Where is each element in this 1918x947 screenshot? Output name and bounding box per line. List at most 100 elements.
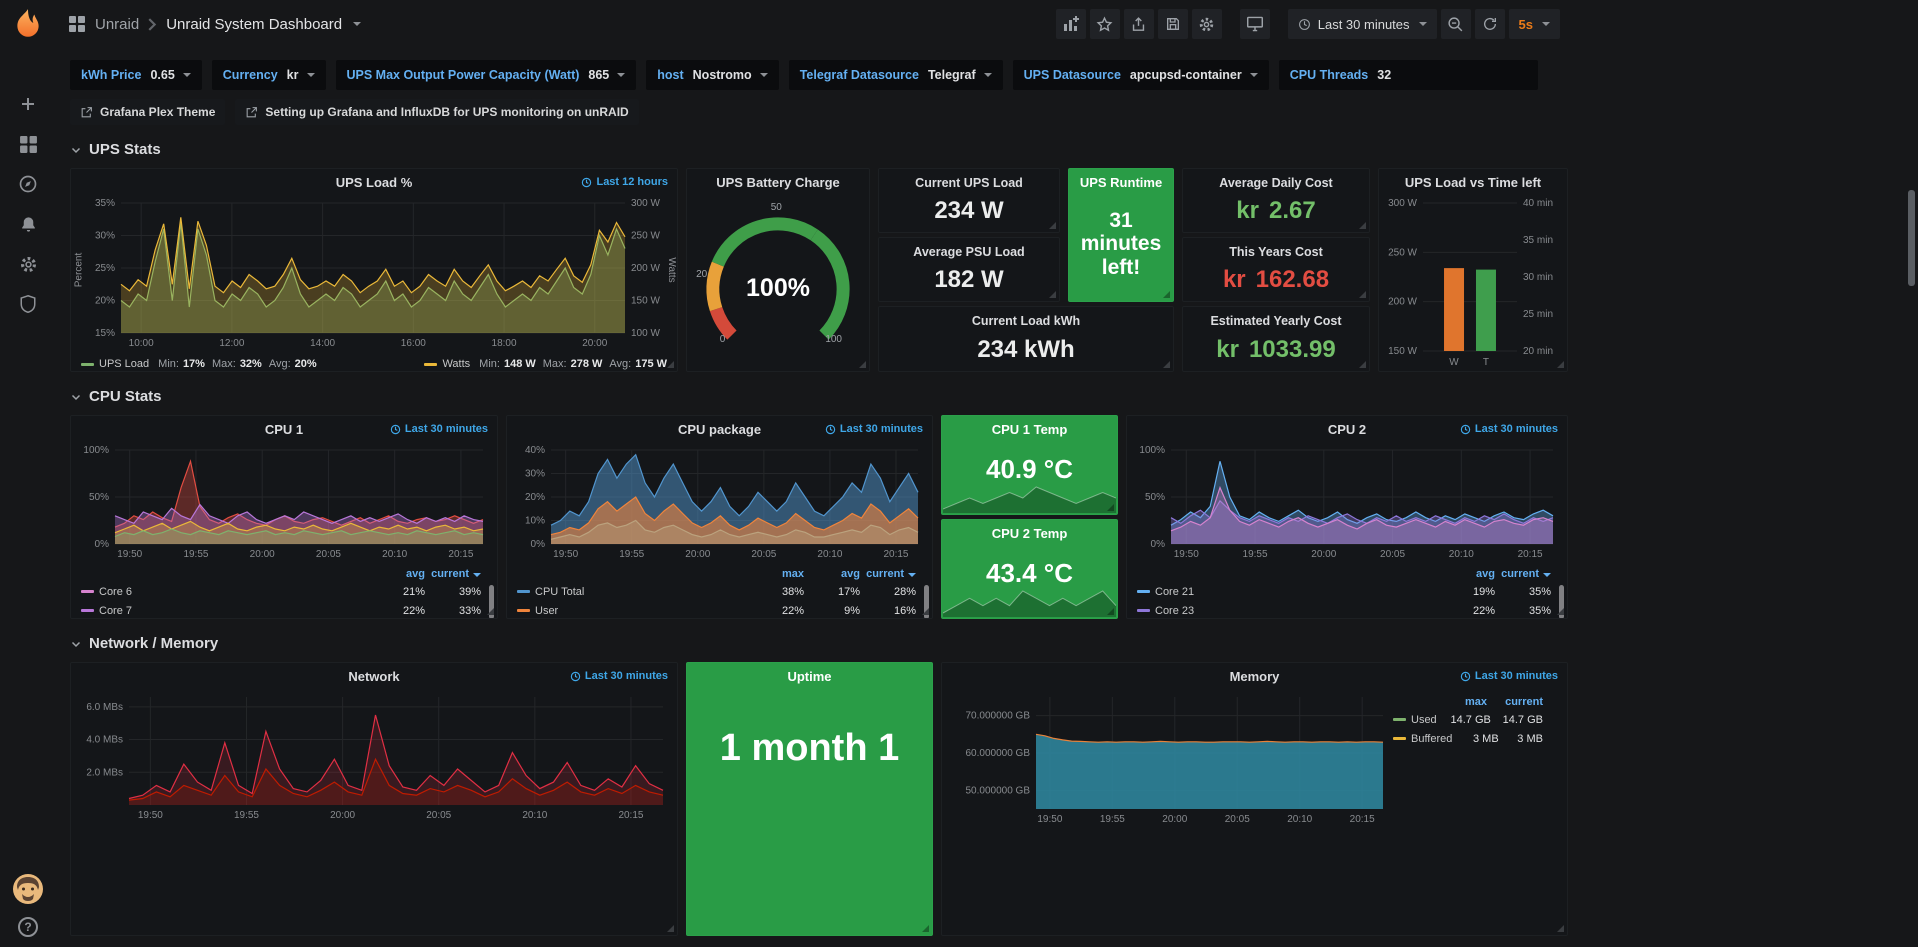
panel-cpu-2[interactable]: CPU 2 Last 30 minutes 100%50%0%19:5019:5… [1126, 415, 1568, 619]
panel-time-badge[interactable]: Last 30 minutes [1460, 670, 1558, 682]
grafana-logo-icon[interactable] [0, 0, 56, 48]
add-panel-button[interactable] [1056, 9, 1086, 39]
panel-title[interactable]: This Years Cost [1183, 241, 1369, 263]
sidebar-configuration-button[interactable] [0, 244, 56, 284]
sidebar-explore-button[interactable] [0, 164, 56, 204]
section-network-memory[interactable]: Network / Memory [70, 635, 1568, 652]
variable-kwh-price[interactable]: kWh Price 0.65 [70, 60, 202, 90]
link-ups-monitoring-guide[interactable]: Setting up Grafana and InfluxDB for UPS … [235, 99, 638, 125]
network-chart[interactable]: 6.0 MBs4.0 MBs2.0 MBs19:5019:5520:0020:0… [71, 689, 677, 935]
panel-average-daily-cost[interactable]: Average Daily Cost kr2.67 [1182, 168, 1370, 233]
legend-row[interactable]: Core 2322%35% [1137, 601, 1551, 619]
panel-title[interactable]: Average Daily Cost [1183, 172, 1369, 194]
window-scrollbar[interactable] [1908, 190, 1915, 286]
star-button[interactable] [1090, 9, 1120, 39]
legend-column-header[interactable]: avg [369, 568, 425, 580]
variable-host[interactable]: host Nostromo [646, 60, 778, 90]
legend-column-header[interactable]: avg [804, 568, 860, 580]
panel-uptime[interactable]: Uptime 1 month 1 [686, 662, 933, 936]
legend-series-name[interactable]: CPU Total [535, 586, 584, 598]
legend-column-header[interactable]: max [1431, 696, 1487, 708]
legend-scrollbar[interactable] [489, 585, 494, 619]
panel-this-years-cost[interactable]: This Years Cost kr162.68 [1182, 237, 1370, 302]
panel-average-psu-load[interactable]: Average PSU Load 182 W [878, 237, 1060, 302]
variable-currency[interactable]: Currency kr [212, 60, 326, 90]
legend-column-header[interactable]: max [748, 568, 804, 580]
panel-cpu-package[interactable]: CPU package Last 30 minutes 40%30%20%10%… [506, 415, 933, 619]
legend-row[interactable]: CPU Total38%17%28% [517, 582, 916, 601]
panel-title[interactable]: Estimated Yearly Cost [1183, 310, 1369, 332]
variable-value[interactable]: Nostromo [693, 68, 768, 82]
sidebar-dashboards-button[interactable] [0, 124, 56, 164]
ups-load-vs-time-chart[interactable]: 300 W250 W200 W150 W40 min35 min30 min25… [1379, 195, 1567, 371]
cpu2-chart[interactable]: 100%50%0%19:5019:5520:0020:0520:1020:15a… [1127, 442, 1567, 618]
user-avatar[interactable] [13, 874, 43, 907]
panel-cpu1-temp[interactable]: CPU 1 Temp 40.9 °C [941, 415, 1118, 515]
panel-cpu2-temp[interactable]: CPU 2 Temp 43.4 °C [941, 519, 1118, 619]
panel-title[interactable]: CPU 2 Temp [942, 520, 1117, 546]
legend-series-name[interactable]: Core 23 [1155, 605, 1194, 617]
refresh-interval-picker[interactable]: 5s [1509, 9, 1560, 39]
legend-scrollbar[interactable] [924, 585, 929, 619]
variable-ups-datasource[interactable]: UPS Datasource apcupsd-container [1013, 60, 1269, 90]
panel-title[interactable]: UPS Load vs Time left [1379, 169, 1567, 195]
legend-row[interactable]: User22%9%16% [517, 601, 916, 619]
zoom-out-button[interactable] [1441, 9, 1471, 39]
legend-column-header[interactable]: current [860, 568, 916, 580]
cpu-threads-input[interactable]: 32 [1377, 68, 1527, 82]
refresh-button[interactable] [1475, 9, 1505, 39]
panel-title[interactable]: UPS Runtime [1069, 169, 1173, 195]
panel-time-badge[interactable]: Last 12 hours [581, 176, 668, 188]
time-range-picker[interactable]: Last 30 minutes [1288, 9, 1437, 39]
sidebar-admin-button[interactable] [0, 284, 56, 324]
cycle-view-button[interactable] [1240, 9, 1270, 39]
cpu-package-chart[interactable]: 40%30%20%10%0%19:5019:5520:0020:0520:102… [507, 442, 932, 618]
help-button[interactable] [18, 917, 38, 937]
legend-column-header[interactable]: current [1487, 696, 1543, 708]
panel-current-load-kwh[interactable]: Current Load kWh 234 kWh [878, 306, 1174, 372]
panel-estimated-yearly-cost[interactable]: Estimated Yearly Cost kr1033.99 [1182, 306, 1370, 372]
variable-ups-max-output[interactable]: UPS Max Output Power Capacity (Watt) 865 [336, 60, 637, 90]
legend-series-name[interactable]: Core 6 [99, 586, 132, 598]
legend-series-name[interactable]: Buffered [1411, 733, 1452, 745]
legend-row[interactable]: Used14.7 GB14.7 GB [1393, 710, 1543, 729]
sidebar-create-button[interactable] [0, 84, 56, 124]
panel-ups-runtime[interactable]: UPS Runtime 31 minutes left! [1068, 168, 1174, 302]
legend-series-name[interactable]: User [535, 605, 558, 617]
panel-time-badge[interactable]: Last 30 minutes [570, 670, 668, 682]
legend-row[interactable]: Core 621%39% [81, 582, 481, 601]
variable-telegraf-datasource[interactable]: Telegraf Datasource Telegraf [789, 60, 1003, 90]
share-button[interactable] [1124, 9, 1154, 39]
panel-ups-load-percent[interactable]: UPS Load % Last 12 hours Percent Watts 3… [70, 168, 678, 372]
panel-title[interactable]: Average PSU Load [879, 241, 1059, 263]
legend-series-name[interactable]: Core 7 [99, 605, 132, 617]
variable-value[interactable]: apcupsd-container [1130, 68, 1258, 82]
panel-title[interactable]: Current Load kWh [879, 310, 1173, 332]
panel-ups-battery-charge[interactable]: UPS Battery Charge 0 20 50 100 100% [686, 168, 870, 372]
section-ups-stats[interactable]: UPS Stats [70, 141, 1568, 158]
dashboard-settings-button[interactable] [1192, 9, 1222, 39]
panel-title[interactable]: Current UPS Load [879, 172, 1059, 194]
breadcrumb-folder[interactable]: Unraid [95, 16, 139, 33]
legend-column-header[interactable]: current [1495, 568, 1551, 580]
panel-title[interactable]: Uptime [687, 663, 932, 689]
panel-time-badge[interactable]: Last 30 minutes [825, 423, 923, 435]
panel-current-ups-load[interactable]: Current UPS Load 234 W [878, 168, 1060, 233]
panel-time-badge[interactable]: Last 30 minutes [390, 423, 488, 435]
ups-load-chart[interactable]: 35%30%25%20%15%300 W250 W200 W150 W100 W… [71, 195, 677, 371]
variable-value[interactable]: kr [287, 68, 315, 82]
legend-row[interactable]: Core 2119%35% [1137, 582, 1551, 601]
panel-network[interactable]: Network Last 30 minutes 6.0 MBs4.0 MBs2.… [70, 662, 678, 936]
variable-value[interactable]: Telegraf [928, 68, 992, 82]
breadcrumb-title[interactable]: Unraid System Dashboard [166, 16, 342, 33]
section-cpu-stats[interactable]: CPU Stats [70, 388, 1568, 405]
legend-series-name[interactable]: Watts [442, 358, 470, 370]
panel-title[interactable]: CPU 1 Temp [942, 416, 1117, 442]
memory-chart[interactable]: 70.000000 GB60.000000 GB50.000000 GB19:5… [942, 689, 1567, 935]
panel-time-badge[interactable]: Last 30 minutes [1460, 423, 1558, 435]
variable-cpu-threads[interactable]: CPU Threads 32 [1279, 60, 1539, 90]
legend-series-name[interactable]: Core 21 [1155, 586, 1194, 598]
legend-series-name[interactable]: UPS Load [99, 358, 149, 370]
legend-row[interactable]: Buffered3 MB3 MB [1393, 729, 1543, 748]
link-grafana-plex-theme[interactable]: Grafana Plex Theme [70, 99, 225, 125]
